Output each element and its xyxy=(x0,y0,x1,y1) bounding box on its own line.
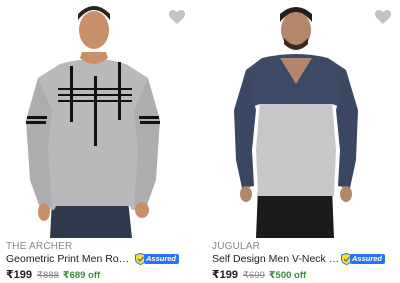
heart-icon[interactable] xyxy=(374,9,392,26)
assured-label: Assured xyxy=(144,254,180,264)
heart-icon[interactable] xyxy=(168,9,186,26)
assured-badge: Assured xyxy=(341,253,386,265)
price-row: ₹199 ₹699 ₹500 off xyxy=(212,268,306,281)
original-price: ₹699 xyxy=(243,270,265,281)
product-title[interactable]: Geometric Print Men Round or Cre... xyxy=(6,253,134,265)
product-title[interactable]: Self Design Men V-Neck Multicolo... xyxy=(212,253,340,265)
product-brand: JUGULAR xyxy=(212,241,261,252)
selling-price: ₹199 xyxy=(6,269,33,281)
discount-amount: ₹689 off xyxy=(62,270,101,281)
assured-label: Assured xyxy=(350,254,386,264)
product-brand: THE ARCHER xyxy=(6,241,73,252)
assured-badge: Assured xyxy=(135,253,180,265)
product-card[interactable]: THE ARCHER Geometric Print Men Round or … xyxy=(0,0,200,283)
product-card[interactable]: JUGULAR Self Design Men V-Neck Multicolo… xyxy=(200,0,400,283)
product-image[interactable] xyxy=(200,0,400,238)
price-row: ₹199 ₹888 ₹689 off xyxy=(6,268,100,281)
original-price: ₹888 xyxy=(37,270,59,281)
selling-price: ₹199 xyxy=(212,269,239,281)
discount-amount: ₹500 off xyxy=(268,270,307,281)
product-image[interactable] xyxy=(0,0,200,238)
